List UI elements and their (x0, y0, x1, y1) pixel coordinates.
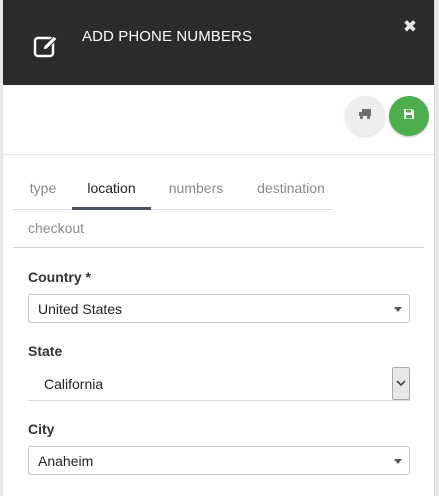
save-button[interactable] (389, 96, 429, 136)
edit-pencil-icon (32, 31, 62, 61)
chevron-down-icon (394, 307, 402, 312)
country-label: Country * (28, 269, 91, 285)
state-select[interactable]: California (28, 367, 410, 401)
action-toolbar (3, 85, 434, 155)
city-label: City (28, 421, 55, 437)
chevron-down-icon (394, 459, 402, 464)
ship-button[interactable] (345, 96, 385, 136)
country-select[interactable]: United States (28, 294, 410, 323)
tab-checkout[interactable]: checkout (21, 210, 84, 250)
truck-icon (358, 107, 372, 125)
tab-location[interactable]: location (72, 170, 151, 210)
chevron-down-icon[interactable] (392, 367, 410, 400)
tab-bar-row-2: checkout (13, 210, 424, 248)
dialog-title: ADD PHONE NUMBERS (82, 28, 253, 45)
country-value: United States (38, 301, 123, 317)
floppy-disk-icon (403, 107, 415, 125)
add-phone-numbers-panel: ADD PHONE NUMBERS ✖ type location number… (3, 0, 435, 496)
city-value: Anaheim (38, 453, 94, 469)
city-select[interactable]: Anaheim (28, 446, 410, 475)
state-value: California (44, 376, 104, 392)
tab-destination[interactable]: destination (251, 170, 331, 210)
tab-numbers[interactable]: numbers (165, 170, 227, 210)
dialog-header: ADD PHONE NUMBERS ✖ (3, 0, 434, 85)
tab-bar: type location numbers destination (13, 170, 333, 210)
close-icon[interactable]: ✖ (400, 17, 420, 37)
tab-type[interactable]: type (21, 170, 65, 210)
state-label: State (28, 343, 63, 359)
